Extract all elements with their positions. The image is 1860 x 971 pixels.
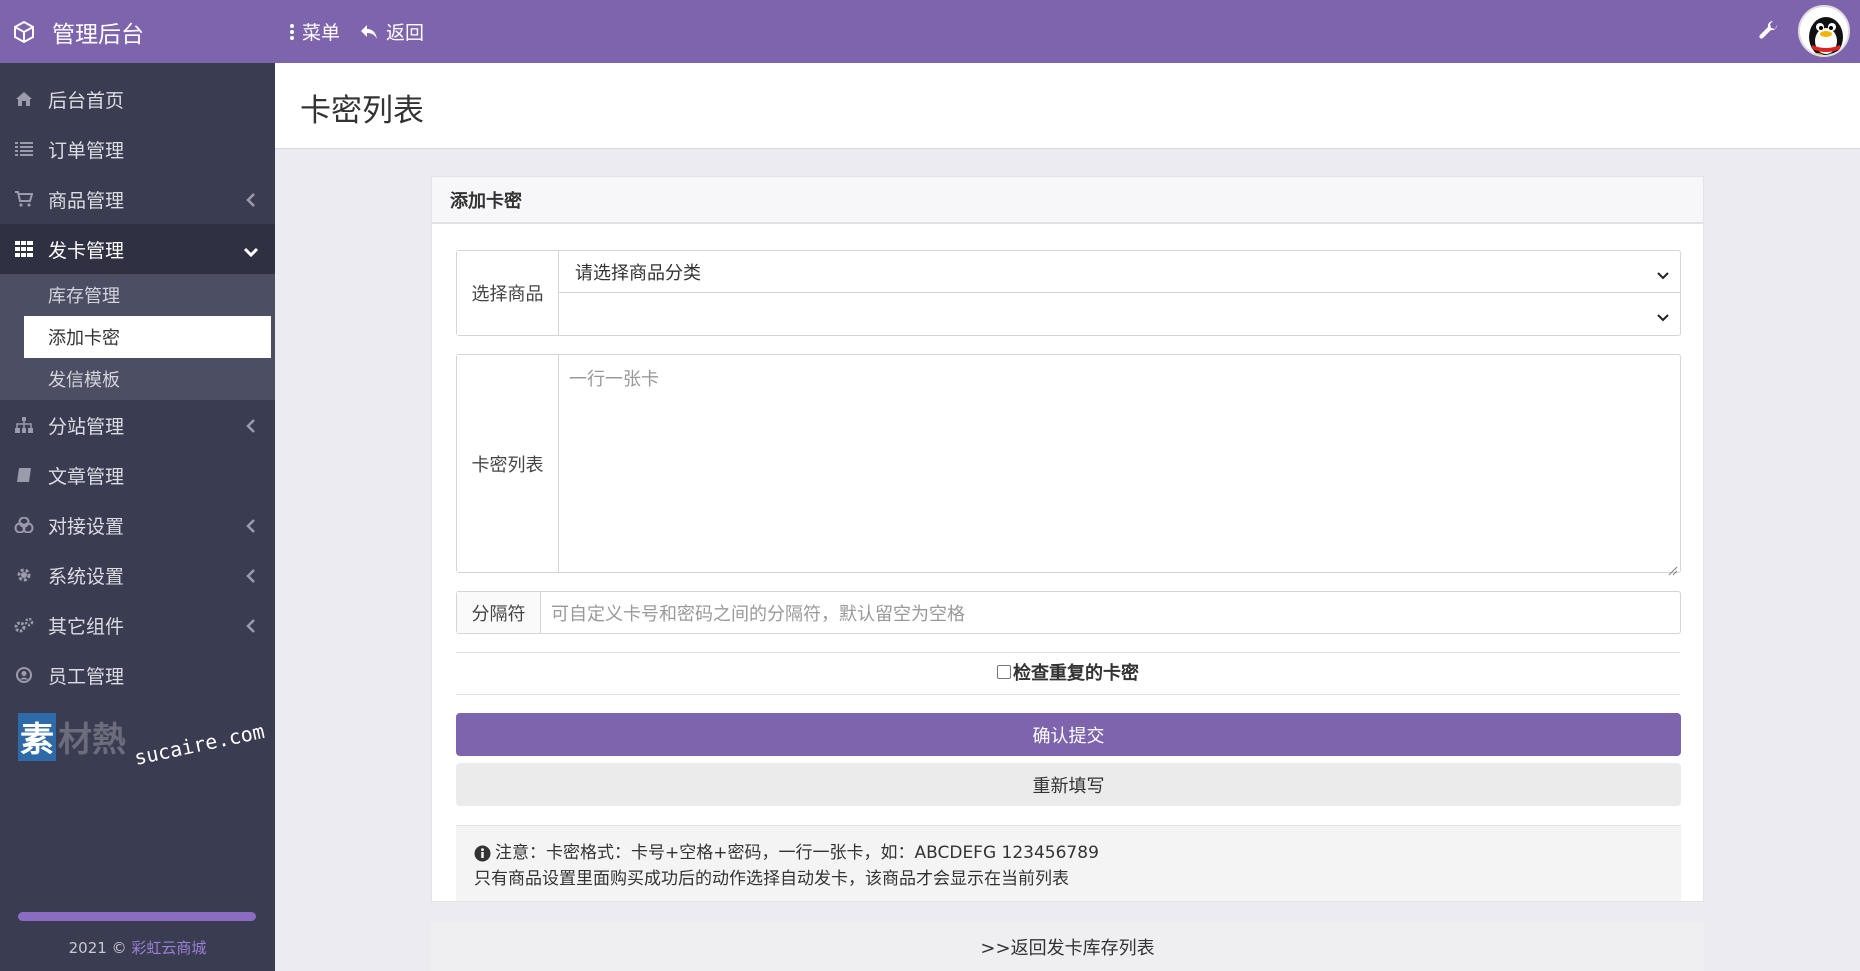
page-title: 卡密列表 (300, 93, 424, 129)
sidebar-item-label: 员工管理 (48, 665, 125, 688)
vertical-ellipsis-icon (290, 23, 294, 40)
sidebar-item-label: 订单管理 (48, 139, 125, 162)
submenu-item-add-card[interactable]: 添加卡密 (24, 316, 271, 358)
separator-label: 分隔符 (457, 592, 541, 633)
book-icon (14, 465, 34, 485)
notice-text-1: 注意：卡密格式：卡号+空格+密码，一行一张卡，如：ABCDEFG 1234567… (495, 843, 1099, 863)
card-list-label: 卡密列表 (457, 355, 559, 572)
menu-button[interactable]: 菜单 (290, 18, 340, 45)
cards-submenu: 库存管理 添加卡密 发信模板 (0, 274, 275, 400)
top-nav: 菜单 返回 (290, 18, 444, 45)
notice-box: 注意：卡密格式：卡号+空格+密码，一行一张卡，如：ABCDEFG 1234567… (456, 825, 1681, 901)
sidebar-item-substations[interactable]: 分站管理 (0, 400, 275, 450)
chevron-left-icon (245, 417, 257, 433)
sidebar-item-label: 后台首页 (48, 89, 125, 112)
brand-title: 管理后台 (52, 21, 144, 48)
check-duplicate-label[interactable]: 检查重复的卡密 (1013, 659, 1139, 685)
card-list-group: 卡密列表 一行一张卡 (456, 354, 1681, 576)
brand[interactable]: 管理后台 (0, 0, 275, 63)
menu-label: 菜单 (302, 22, 341, 44)
sidebar-scroll-bar[interactable] (18, 912, 256, 921)
svg-text:素: 素 (20, 720, 54, 760)
resize-grip-icon[interactable] (1668, 560, 1678, 576)
chevron-left-icon (245, 191, 257, 207)
user-icon (14, 665, 34, 685)
svg-text:材熱: 材熱 (58, 720, 126, 760)
add-card-panel: 添加卡密 选择商品 请选择商品分类 卡密列表 一行一张卡 分隔符 可自定义卡号和… (431, 176, 1704, 902)
divider (456, 694, 1680, 695)
submenu-item-stock[interactable]: 库存管理 (24, 274, 275, 316)
top-navbar: 管理后台 菜单 返回 (0, 0, 1860, 63)
chevron-left-icon (245, 567, 257, 583)
sidebar-item-label: 发卡管理 (48, 239, 125, 262)
sidebar-item-products[interactable]: 商品管理 (0, 174, 275, 224)
back-to-stock-link[interactable]: >>返回发卡库存列表 (431, 922, 1704, 971)
separator-placeholder: 可自定义卡号和密码之间的分隔符，默认留空为空格 (551, 603, 965, 625)
chevron-left-icon (245, 517, 257, 533)
chevron-down-icon (1656, 308, 1670, 322)
home-icon (14, 89, 34, 109)
info-circle-icon (474, 845, 491, 862)
sidebar-item-home[interactable]: 后台首页 (0, 74, 275, 124)
separator-group: 分隔符 可自定义卡号和密码之间的分隔符，默认留空为空格 (456, 591, 1681, 634)
back-label: 返回 (386, 22, 425, 44)
check-duplicate-row: 检查重复的卡密 (456, 659, 1680, 685)
select-product-group: 选择商品 请选择商品分类 (456, 250, 1681, 336)
reply-icon (360, 24, 378, 40)
select-product-label: 选择商品 (457, 251, 559, 335)
grid-icon (14, 239, 34, 259)
footer-link[interactable]: 彩虹云商城 (131, 939, 206, 957)
sidebar-item-label: 系统设置 (48, 565, 125, 588)
category-select-value: 请选择商品分类 (575, 262, 701, 284)
notice-line-1: 注意：卡密格式：卡号+空格+密码，一行一张卡，如：ABCDEFG 1234567… (474, 840, 1663, 866)
product-select[interactable] (559, 293, 1680, 335)
cube-icon (12, 20, 36, 44)
avatar[interactable] (1798, 5, 1850, 57)
chevron-left-icon (245, 617, 257, 633)
sitemap-icon (14, 415, 34, 435)
page-header: 卡密列表 (275, 63, 1860, 149)
sidebar-item-system[interactable]: 系统设置 (0, 550, 275, 600)
sidebar-footer: 2021 © 彩虹云商城 (0, 937, 275, 958)
sidebar-item-articles[interactable]: 文章管理 (0, 450, 275, 500)
svg-text:sucaire.com: sucaire.com (132, 719, 267, 770)
submenu-item-template[interactable]: 发信模板 (24, 358, 275, 400)
cubes-icon (14, 515, 34, 535)
panel-heading: 添加卡密 (432, 177, 1703, 224)
wrench-icon[interactable] (1758, 20, 1780, 42)
sidebar-item-integration[interactable]: 对接设置 (0, 500, 275, 550)
sidebar-item-components[interactable]: 其它组件 (0, 600, 275, 650)
gears-icon (14, 615, 34, 635)
footer-year: 2021 © (68, 939, 127, 957)
sidebar-item-staff[interactable]: 员工管理 (0, 650, 275, 700)
card-list-textarea[interactable]: 一行一张卡 (559, 355, 1680, 576)
list-icon (14, 139, 34, 159)
sidebar-item-label: 分站管理 (48, 415, 125, 438)
separator-input[interactable]: 可自定义卡号和密码之间的分隔符，默认留空为空格 (541, 592, 1680, 633)
category-select[interactable]: 请选择商品分类 (559, 251, 1680, 293)
card-list-placeholder: 一行一张卡 (569, 369, 659, 390)
sidebar-item-label: 商品管理 (48, 189, 125, 212)
sidebar: 后台首页 订单管理 商品管理 发卡管理 库存管理 添加卡密 发信模板 分站管理 … (0, 63, 275, 971)
sidebar-item-cards[interactable]: 发卡管理 (0, 224, 275, 274)
cart-icon (14, 189, 34, 209)
gear-icon (14, 565, 34, 585)
sidebar-item-label: 其它组件 (48, 615, 125, 638)
back-button[interactable]: 返回 (360, 18, 424, 45)
chevron-down-icon (1656, 266, 1670, 280)
sidebar-item-label: 对接设置 (48, 515, 125, 538)
divider (456, 652, 1680, 653)
sidebar-item-orders[interactable]: 订单管理 (0, 124, 275, 174)
chevron-down-icon (243, 241, 259, 258)
watermark-logo: 素 材熱 sucaire.com (18, 705, 268, 775)
sidebar-item-label: 文章管理 (48, 465, 125, 488)
reset-button[interactable]: 重新填写 (456, 763, 1681, 806)
check-duplicate-checkbox[interactable] (997, 665, 1011, 679)
submit-button[interactable]: 确认提交 (456, 713, 1681, 756)
notice-text-2: 只有商品设置里面购买成功后的动作选择自动发卡，该商品才会显示在当前列表 (474, 869, 1069, 889)
